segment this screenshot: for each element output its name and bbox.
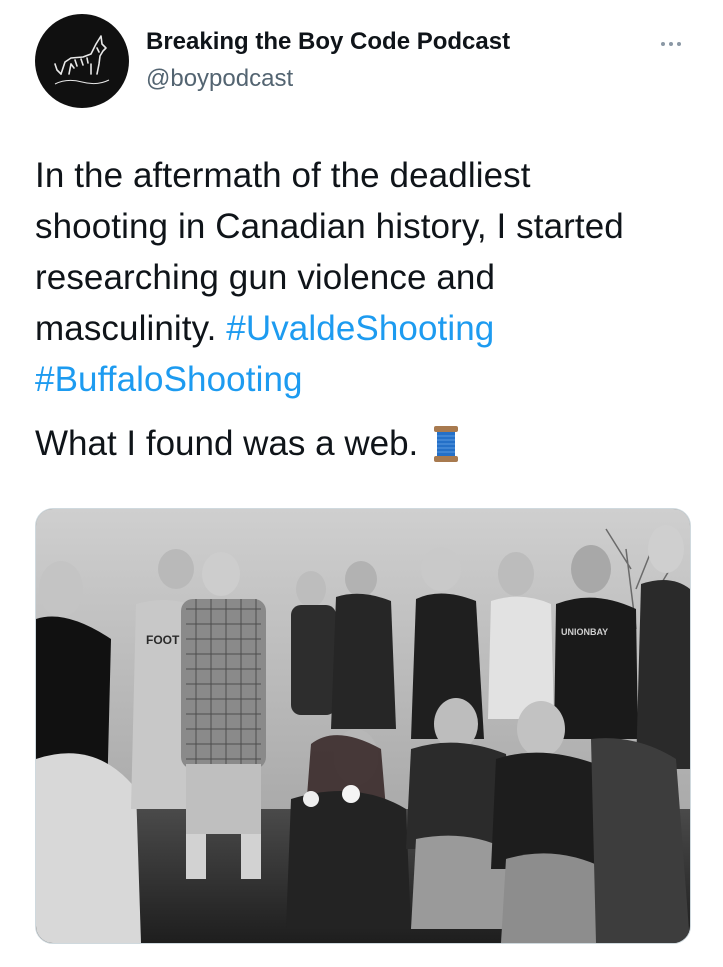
- more-dot-icon: [661, 42, 665, 46]
- shirt-text: UNIONBAY: [561, 627, 608, 637]
- sweatshirt-text: FOOT: [146, 633, 180, 647]
- avatar[interactable]: [35, 14, 129, 108]
- tweet-text-line: shooting in Canadian history, I started: [35, 207, 624, 246]
- hashtag-link[interactable]: #UvaldeShooting: [226, 309, 494, 348]
- photo-crowd-scene: FOOT UNIONBAY: [36, 509, 690, 943]
- author-handle[interactable]: @boypodcast: [146, 65, 293, 93]
- more-dot-icon: [669, 42, 673, 46]
- tweet-text-line: researching gun violence and: [35, 258, 496, 297]
- more-options-button[interactable]: [654, 32, 688, 56]
- tweet-text-line: masculinity. #UvaldeShooting: [35, 303, 695, 354]
- tweet: Breaking the Boy Code Podcast @boypodcas…: [0, 0, 723, 967]
- author-display-name[interactable]: Breaking the Boy Code Podcast: [146, 28, 510, 56]
- tweet-text: In the aftermath of the deadliest shooti…: [35, 150, 695, 405]
- wolf-howling-icon: [54, 35, 110, 85]
- tweet-text-fragment: What I found was a web.: [35, 424, 419, 463]
- spool-of-thread-icon: [434, 425, 459, 462]
- tweet-photo[interactable]: FOOT UNIONBAY: [35, 508, 691, 944]
- more-dot-icon: [677, 42, 681, 46]
- tweet-text-fragment: masculinity.: [35, 309, 217, 348]
- tweet-text-line: In the aftermath of the deadliest: [35, 156, 531, 195]
- tweet-second-paragraph: What I found was a web.: [35, 418, 460, 469]
- tweet-text-line: #BuffaloShooting: [35, 354, 695, 405]
- hashtag-link[interactable]: #BuffaloShooting: [35, 360, 303, 399]
